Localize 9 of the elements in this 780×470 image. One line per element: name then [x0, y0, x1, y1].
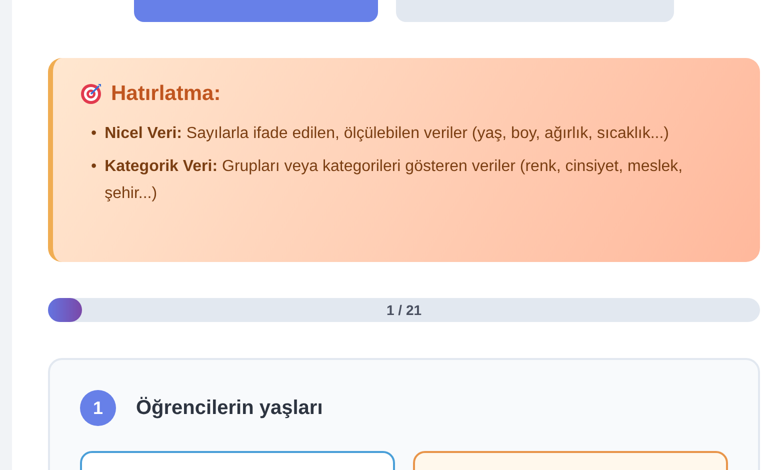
bullet: •: [91, 124, 97, 144]
reminder-item: Nicel Veri: Sayılarla ifade edilen, ölçülebilen veriler (yaş, boy, ağırlık, sıcaklık...): [104, 124, 670, 144]
reminder-item: Kategorik Veri: Grupları veya kategorileri gösteren veriler (renk, cinsiyet, meslek, şehir...): [104, 157, 684, 204]
bullet: •: [91, 157, 97, 178]
progress-label: 1 / 21: [386, 302, 422, 318]
target-icon: [79, 82, 103, 106]
reminder-title: Hatırlatma:: [111, 82, 221, 106]
question-number: 1: [80, 390, 116, 426]
question-text: Öğrencilerin yaşları: [136, 396, 323, 420]
